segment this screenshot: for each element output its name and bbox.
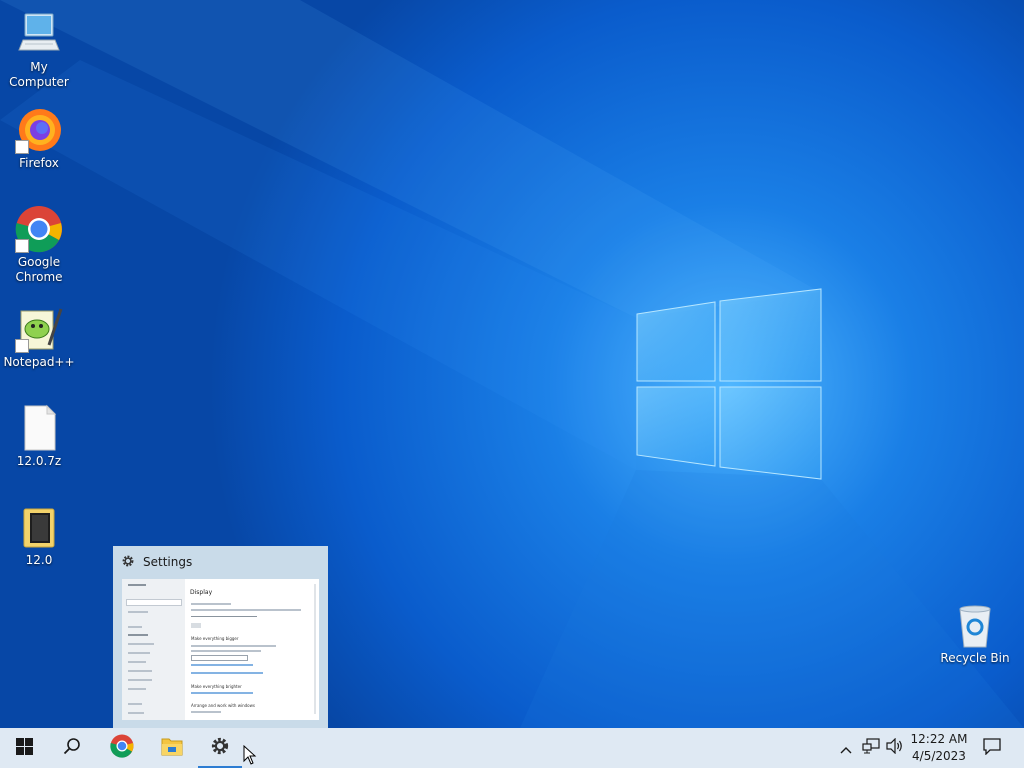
taskbar: 12:22 AM 4/5/2023: [0, 728, 1024, 768]
start-icon: [15, 737, 33, 759]
thumbnail-line: [128, 643, 154, 645]
thumbnail-line: [191, 655, 248, 661]
show-hidden-icons-button[interactable]: [836, 728, 856, 768]
thumbnail-line: [128, 634, 148, 636]
thumbnail-line: [128, 712, 144, 714]
taskbar-chrome-button[interactable]: [98, 728, 146, 768]
settings-window-preview[interactable]: Settings Display Make everything bigger: [113, 546, 328, 728]
settings-icon: [210, 736, 230, 760]
recycle-bin-icon: [951, 601, 999, 649]
thumbnail-line: [128, 703, 142, 705]
start-button[interactable]: [0, 728, 48, 768]
notification-icon: [983, 737, 1001, 759]
network-button[interactable]: [859, 728, 883, 768]
mouse-cursor-icon: [243, 745, 257, 765]
chevron-up-icon: [840, 739, 852, 758]
preview-title: Settings: [143, 555, 193, 569]
shortcut-arrow-icon: [15, 239, 29, 253]
chrome-icon: [110, 734, 134, 762]
clock-time: 12:22 AM: [910, 732, 968, 746]
search-button[interactable]: [48, 728, 96, 768]
taskbar-settings-button[interactable]: [196, 728, 244, 768]
thumbnail-line: [191, 623, 201, 628]
thumbnail-line: [128, 679, 152, 681]
desktop-icon-recycle-bin[interactable]: Recycle Bin: [936, 601, 1014, 666]
thumbnail-line: [128, 688, 146, 690]
desktop-icon-firefox[interactable]: Firefox: [0, 106, 78, 171]
thumbnail-heading: Display: [190, 589, 213, 596]
thumbnail-link: [191, 692, 253, 694]
clock[interactable]: 12:22 AM 4/5/2023: [900, 731, 978, 765]
thumbnail-line: [128, 661, 146, 663]
firefox-icon: [15, 106, 63, 154]
desktop-icon-label: 12.0: [25, 553, 53, 567]
thumbnail-line: [128, 626, 142, 628]
desktop-icon-chrome[interactable]: Google Chrome: [0, 205, 78, 285]
taskbar-file-explorer-button[interactable]: [148, 728, 196, 768]
thumbnail-section-title: Make everything brighter: [191, 684, 242, 689]
thumbnail-line: [128, 670, 152, 672]
thumbnail-line: [191, 650, 261, 652]
shortcut-arrow-icon: [15, 339, 29, 353]
notepadpp-icon: [15, 305, 63, 353]
shortcut-arrow-icon: [15, 140, 29, 154]
thumbnail-scrollbar: [314, 584, 316, 714]
thumbnail-link: [191, 672, 263, 674]
thumbnail-slider: [191, 616, 257, 617]
folder-icon: [15, 503, 63, 551]
file-explorer-icon: [161, 736, 183, 760]
thumbnail-line: [191, 711, 221, 713]
thumbnail-line: [126, 599, 182, 606]
desktop-icon-folder[interactable]: 12.0: [0, 503, 78, 568]
desktop: My Computer Firefox Google Chrome Notepa…: [0, 0, 1024, 728]
desktop-icon-label: Recycle Bin: [940, 651, 1010, 665]
desktop-icon-notepadpp[interactable]: Notepad++: [0, 305, 78, 370]
thumbnail-section-title: Arrange and work with windows: [191, 703, 255, 708]
preview-thumbnail[interactable]: Display Make everything bigger Make ever…: [122, 579, 319, 720]
thumbnail-line: [191, 603, 231, 605]
desktop-icon-7z-file[interactable]: 12.0.7z: [0, 404, 78, 469]
settings-icon: [121, 554, 135, 571]
search-icon: [63, 737, 81, 759]
desktop-icon-my-computer[interactable]: My Computer: [0, 10, 78, 90]
thumbnail-section-title: Make everything bigger: [191, 636, 239, 641]
preview-header: Settings: [121, 554, 192, 570]
desktop-icon-label: 12.0.7z: [16, 454, 62, 468]
clock-date: 4/5/2023: [912, 749, 966, 763]
desktop-icon-label: Notepad++: [3, 355, 75, 369]
thumbnail-line: [191, 645, 276, 647]
thumbnail-line: [128, 584, 146, 586]
thumbnail-link: [191, 664, 253, 666]
file-icon: [15, 404, 63, 452]
chrome-icon: [15, 205, 63, 253]
action-center-button[interactable]: [980, 728, 1004, 768]
thumbnail-line: [128, 652, 150, 654]
network-icon: [862, 738, 880, 758]
computer-icon: [15, 10, 63, 58]
desktop-icon-label: Firefox: [19, 156, 59, 170]
desktop-icon-label: Google Chrome: [15, 255, 63, 284]
thumbnail-line: [128, 611, 148, 613]
desktop-icon-label: My Computer: [9, 60, 69, 89]
thumbnail-line: [191, 609, 301, 611]
